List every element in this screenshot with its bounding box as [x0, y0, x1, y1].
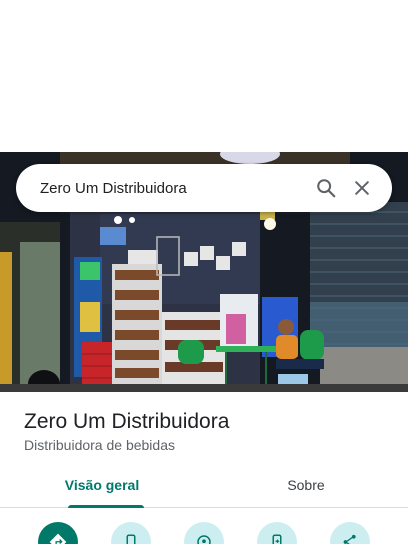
directions-button[interactable]: [38, 522, 78, 544]
directions-icon: [49, 533, 67, 544]
active-tab-indicator: [68, 505, 144, 508]
send-to-phone-icon: [272, 534, 282, 544]
send-to-phone-button[interactable]: [257, 522, 297, 544]
action-row: [0, 522, 408, 544]
place-category[interactable]: Distribuidora de bebidas: [24, 437, 175, 453]
search-input[interactable]: Zero Um Distribuidora: [40, 180, 308, 197]
search-icon[interactable]: [308, 170, 344, 206]
search-bar[interactable]: Zero Um Distribuidora: [16, 164, 392, 212]
map-area[interactable]: [0, 0, 408, 152]
call-button[interactable]: [111, 522, 151, 544]
place-title: Zero Um Distribuidora: [24, 410, 230, 433]
tab-bar: Visão geral Sobre: [0, 470, 408, 508]
close-icon[interactable]: [344, 170, 380, 206]
location-save-icon: [197, 535, 211, 544]
phone-icon: [126, 534, 136, 544]
tab-overview[interactable]: Visão geral: [0, 470, 204, 507]
save-place-button[interactable]: [184, 522, 224, 544]
tab-about[interactable]: Sobre: [204, 470, 408, 507]
share-button[interactable]: [330, 522, 370, 544]
share-icon: [343, 534, 356, 544]
